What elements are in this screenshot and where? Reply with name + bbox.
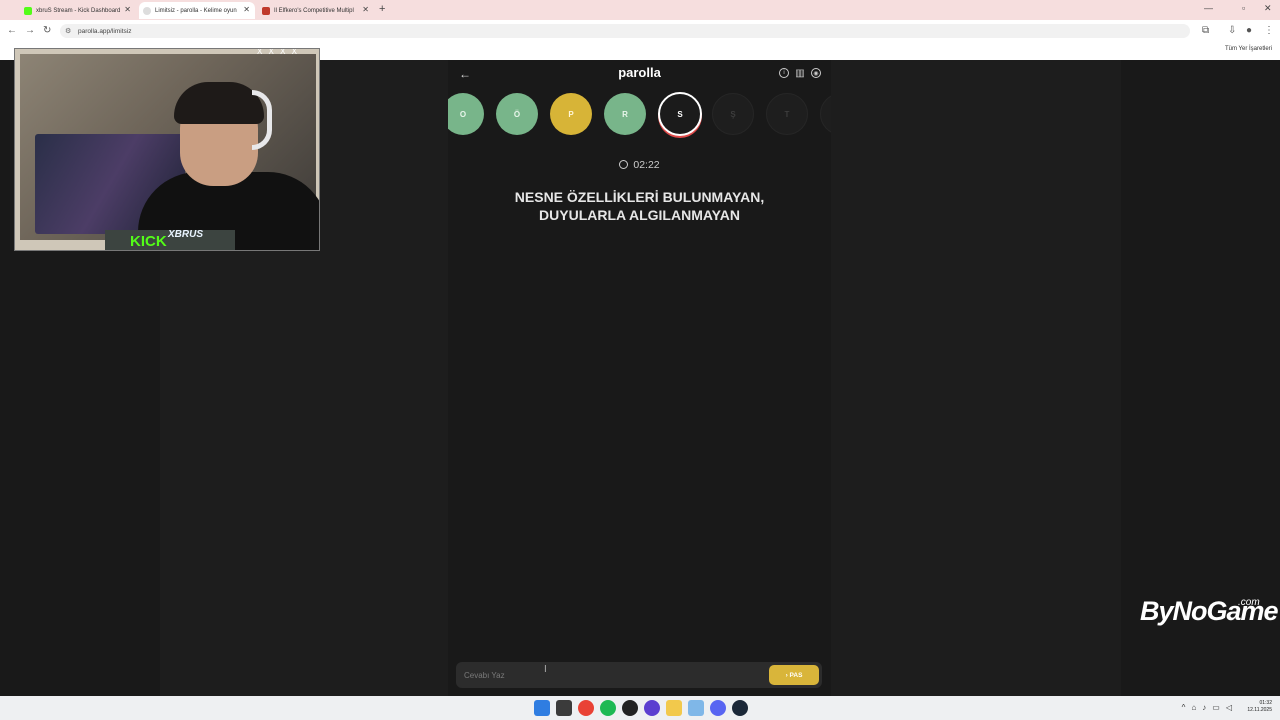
page-column-right bbox=[831, 60, 1121, 696]
volume-icon[interactable]: ◁ bbox=[1226, 703, 1232, 712]
url-field[interactable]: ⚙ parolla.app/limitsiz bbox=[60, 24, 1190, 38]
webcam-overlay: KICK XBRUS X X X X bbox=[14, 48, 320, 251]
game-favicon-icon bbox=[262, 6, 270, 15]
profile-avatar-icon[interactable]: ● bbox=[1246, 25, 1252, 36]
headset-icon bbox=[252, 90, 272, 150]
letter-circle: T bbox=[766, 93, 808, 135]
tray-chevron-icon[interactable]: ^ bbox=[1182, 703, 1186, 712]
minimize-icon[interactable]: — bbox=[1204, 3, 1213, 13]
reload-icon[interactable]: ↻ bbox=[43, 25, 51, 36]
pass-button[interactable]: › PAS bbox=[769, 665, 819, 685]
clock-icon bbox=[619, 160, 629, 169]
letter-circle: P bbox=[550, 93, 592, 135]
timer-value: 02:22 bbox=[633, 159, 660, 171]
url-text: parolla.app/limitsiz bbox=[78, 27, 132, 35]
text-cursor-icon: I bbox=[544, 664, 547, 675]
letter-wheel: O Ö P R S Ş T bbox=[448, 92, 831, 139]
system-clock[interactable]: 01:32 12.11.2025 bbox=[1247, 700, 1272, 714]
obs-icon[interactable] bbox=[622, 700, 638, 716]
pass-label: PAS bbox=[789, 671, 803, 679]
settings-icon[interactable] bbox=[688, 700, 704, 716]
tab-label: Limitsiz - parolla - Kelime oyun bbox=[155, 7, 237, 14]
streamer-hair bbox=[174, 82, 264, 124]
spotify-icon[interactable] bbox=[600, 700, 616, 716]
clue-text: NESNE ÖZELLİKLERİ BULUNMAYAN, DUYULARLA … bbox=[514, 189, 765, 223]
letter-circle-partial bbox=[820, 93, 831, 135]
close-tab-icon[interactable]: ✕ bbox=[243, 5, 250, 14]
tab-competitive-multiplayer[interactable]: Il Elfkero's Competitive Multipl ✕ bbox=[258, 2, 374, 19]
display-icon[interactable]: ▭ bbox=[1212, 703, 1220, 712]
watermark-suffix: .com bbox=[1238, 597, 1260, 608]
overlay-corner-marks: X X X X bbox=[257, 48, 300, 56]
parolla-favicon-icon bbox=[143, 6, 151, 15]
close-tab-icon[interactable]: ✕ bbox=[124, 5, 131, 14]
tab-label: Il Elfkero's Competitive Multipl bbox=[274, 7, 354, 14]
kick-favicon-icon bbox=[24, 6, 32, 15]
tab-bar: xbruS Stream - Kick Dashboard ✕ Limitsiz… bbox=[0, 0, 1280, 20]
chrome-icon[interactable] bbox=[578, 700, 594, 716]
letter-circle: Ş bbox=[712, 93, 754, 135]
network-icon[interactable]: ⌂ bbox=[1191, 703, 1196, 712]
menu-kebab-icon[interactable]: ⋮ bbox=[1264, 25, 1274, 36]
discord-icon[interactable] bbox=[710, 700, 726, 716]
mic-icon[interactable]: ♪ bbox=[1202, 703, 1206, 712]
letter-circle: R bbox=[604, 93, 646, 135]
maximize-icon[interactable]: ▫ bbox=[1242, 3, 1245, 13]
countdown-timer: 02:22 bbox=[448, 159, 831, 171]
stats-chart-icon[interactable]: ▥ bbox=[795, 68, 805, 79]
windows-start-icon[interactable] bbox=[534, 700, 550, 716]
info-icon[interactable]: i bbox=[779, 68, 789, 78]
kick-logo: KICK bbox=[130, 233, 167, 250]
new-tab-button[interactable]: + bbox=[379, 3, 385, 15]
site-info-icon[interactable]: ⚙ bbox=[65, 27, 71, 35]
all-bookmarks-button[interactable]: Tüm Yer İşaretleri bbox=[1225, 46, 1272, 52]
streamer-name: XBRUS bbox=[168, 229, 204, 240]
forward-arrow-icon[interactable]: → bbox=[25, 25, 35, 36]
user-profile-icon[interactable]: ◉ bbox=[811, 68, 821, 78]
clock-date: 12.11.2025 bbox=[1247, 707, 1272, 713]
steam-icon[interactable] bbox=[732, 700, 748, 716]
back-arrow-icon[interactable]: ← bbox=[7, 25, 17, 36]
tab-parolla[interactable]: Limitsiz - parolla - Kelime oyun ✕ bbox=[139, 2, 255, 19]
close-tab-icon[interactable]: ✕ bbox=[362, 5, 369, 14]
downloads-icon[interactable]: ⇩ bbox=[1228, 25, 1236, 36]
app-title: parolla bbox=[618, 65, 661, 80]
app-icon[interactable] bbox=[644, 700, 660, 716]
extensions-icon[interactable]: ⧉ bbox=[1202, 25, 1209, 36]
tab-label: xbruS Stream - Kick Dashboard bbox=[36, 7, 121, 14]
file-explorer-icon[interactable] bbox=[556, 700, 572, 716]
current-letter-circle: S bbox=[658, 92, 702, 136]
letter-circle: Ö bbox=[496, 93, 538, 135]
folder-icon[interactable] bbox=[666, 700, 682, 716]
answer-bar: › PAS bbox=[456, 662, 822, 688]
answer-input[interactable] bbox=[456, 662, 756, 688]
webcam-feed bbox=[20, 54, 319, 250]
close-window-icon[interactable]: ✕ bbox=[1264, 3, 1272, 14]
clock-time: 01:32 bbox=[1259, 700, 1272, 706]
tab-kick-dashboard[interactable]: xbruS Stream - Kick Dashboard ✕ bbox=[20, 2, 136, 19]
letter-circle: O bbox=[448, 93, 484, 135]
parolla-game: ← parolla i ▥ ◉ O Ö P R S Ş T 02:22 NESN… bbox=[448, 60, 831, 696]
